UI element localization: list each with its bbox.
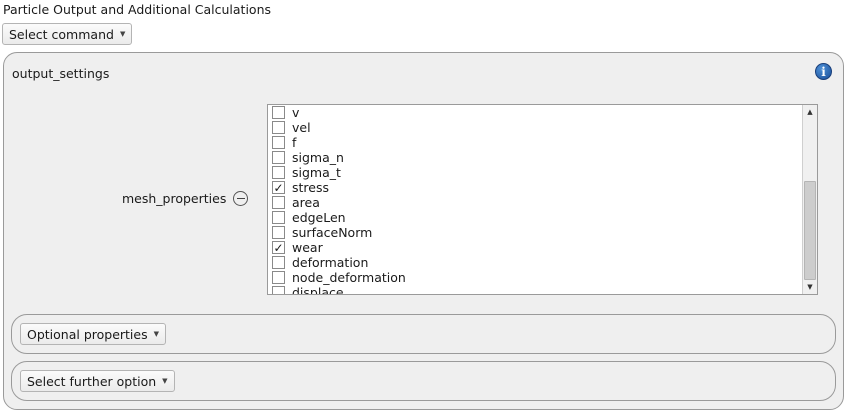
list-item-label: deformation <box>292 255 369 270</box>
list-item[interactable]: v <box>268 105 803 120</box>
checkbox-unchecked[interactable] <box>272 136 285 149</box>
caret-down-icon: ▼ <box>162 377 168 385</box>
checkbox-unchecked[interactable] <box>272 151 285 164</box>
checkbox-unchecked[interactable] <box>272 226 285 239</box>
mesh-properties-list-items: v vel f sigma_n sigma_t ✓ stress area edgeLen sur… <box>268 105 803 294</box>
list-item-label: edgeLen <box>292 210 346 225</box>
checkbox-unchecked[interactable] <box>272 271 285 284</box>
list-item-label: f <box>292 135 297 150</box>
mesh-properties-list[interactable]: v vel f sigma_n sigma_t ✓ stress area edgeLen sur… <box>267 104 818 295</box>
select-command-button[interactable]: Select command ▼ <box>2 23 133 45</box>
list-item[interactable]: area <box>268 195 803 210</box>
list-scrollbar[interactable]: ▲ ▼ <box>802 105 817 294</box>
list-item-label: surfaceNorm <box>292 225 373 240</box>
list-item-label: area <box>292 195 320 210</box>
list-item-label: sigma_n <box>292 150 344 165</box>
list-item[interactable]: sigma_t <box>268 165 803 180</box>
checkbox-unchecked[interactable] <box>272 211 285 224</box>
list-item-label: vel <box>292 120 311 135</box>
select-command-label: Select command <box>9 26 114 42</box>
checkbox-unchecked[interactable] <box>272 256 285 269</box>
optional-properties-label: Optional properties <box>27 326 148 342</box>
checkbox-unchecked[interactable] <box>272 106 285 119</box>
list-item-label: displace <box>292 285 344 294</box>
scroll-up-arrow-icon[interactable]: ▲ <box>803 105 817 119</box>
list-item[interactable]: ✓ wear <box>268 240 803 255</box>
select-further-option-label: Select further option <box>27 373 157 389</box>
checkbox-unchecked[interactable] <box>272 166 285 179</box>
scroll-down-arrow-icon[interactable]: ▼ <box>803 280 817 294</box>
optional-properties-button[interactable]: Optional properties ▼ <box>20 323 167 345</box>
list-item[interactable]: node_deformation <box>268 270 803 285</box>
checkbox-unchecked[interactable] <box>272 196 285 209</box>
list-item[interactable]: sigma_n <box>268 150 803 165</box>
output-settings-title: output_settings <box>12 66 110 81</box>
caret-down-icon: ▼ <box>119 30 126 38</box>
list-item-label: stress <box>292 180 329 195</box>
scrollbar-thumb[interactable] <box>804 181 816 280</box>
list-item[interactable]: vel <box>268 120 803 135</box>
list-item[interactable]: surfaceNorm <box>268 225 803 240</box>
list-item[interactable]: f <box>268 135 803 150</box>
page-title: Particle Output and Additional Calculati… <box>3 2 272 17</box>
scrollbar-track[interactable] <box>804 119 816 280</box>
select-further-option-button[interactable]: Select further option ▼ <box>20 370 175 392</box>
list-item[interactable]: ✓ stress <box>268 180 803 195</box>
list-item[interactable]: edgeLen <box>268 210 803 225</box>
further-option-section: Select further option ▼ <box>11 361 836 401</box>
list-item-label: wear <box>292 240 323 255</box>
remove-circle-icon[interactable] <box>233 191 248 206</box>
list-item-label: sigma_t <box>292 165 341 180</box>
caret-down-icon: ▼ <box>153 330 160 338</box>
list-item-label: v <box>292 105 300 120</box>
output-settings-panel: output_settings i mesh_properties v vel f s… <box>3 52 844 410</box>
list-item[interactable]: displace <box>268 285 803 294</box>
optional-properties-section: Optional properties ▼ <box>11 314 836 354</box>
info-icon[interactable]: i <box>815 63 832 80</box>
checkbox-unchecked[interactable] <box>272 121 285 134</box>
checkbox-unchecked[interactable] <box>272 286 285 294</box>
mesh-properties-label: mesh_properties <box>122 191 227 206</box>
list-item[interactable]: deformation <box>268 255 803 270</box>
list-item-label: node_deformation <box>292 270 406 285</box>
checkbox-checked[interactable]: ✓ <box>272 181 285 194</box>
checkbox-checked[interactable]: ✓ <box>272 241 285 254</box>
